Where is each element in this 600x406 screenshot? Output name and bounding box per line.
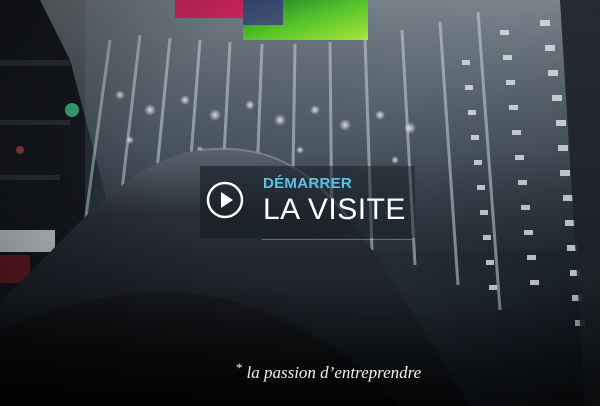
tagline-text: la passion d’entreprendre — [246, 363, 422, 382]
tagline-asterisk: * — [236, 360, 243, 375]
cta-title: LA VISITE — [263, 193, 406, 226]
play-circle-icon — [206, 181, 244, 219]
start-visit-button[interactable]: DÉMARRER LA VISITE — [200, 166, 415, 238]
cta-underline — [262, 239, 412, 240]
cta-kicker: DÉMARRER — [263, 175, 353, 192]
hero-stage: DÉMARRER LA VISITE * la passion d’entrepr… — [0, 0, 600, 406]
tagline: * la passion d’entreprendre — [236, 360, 422, 383]
